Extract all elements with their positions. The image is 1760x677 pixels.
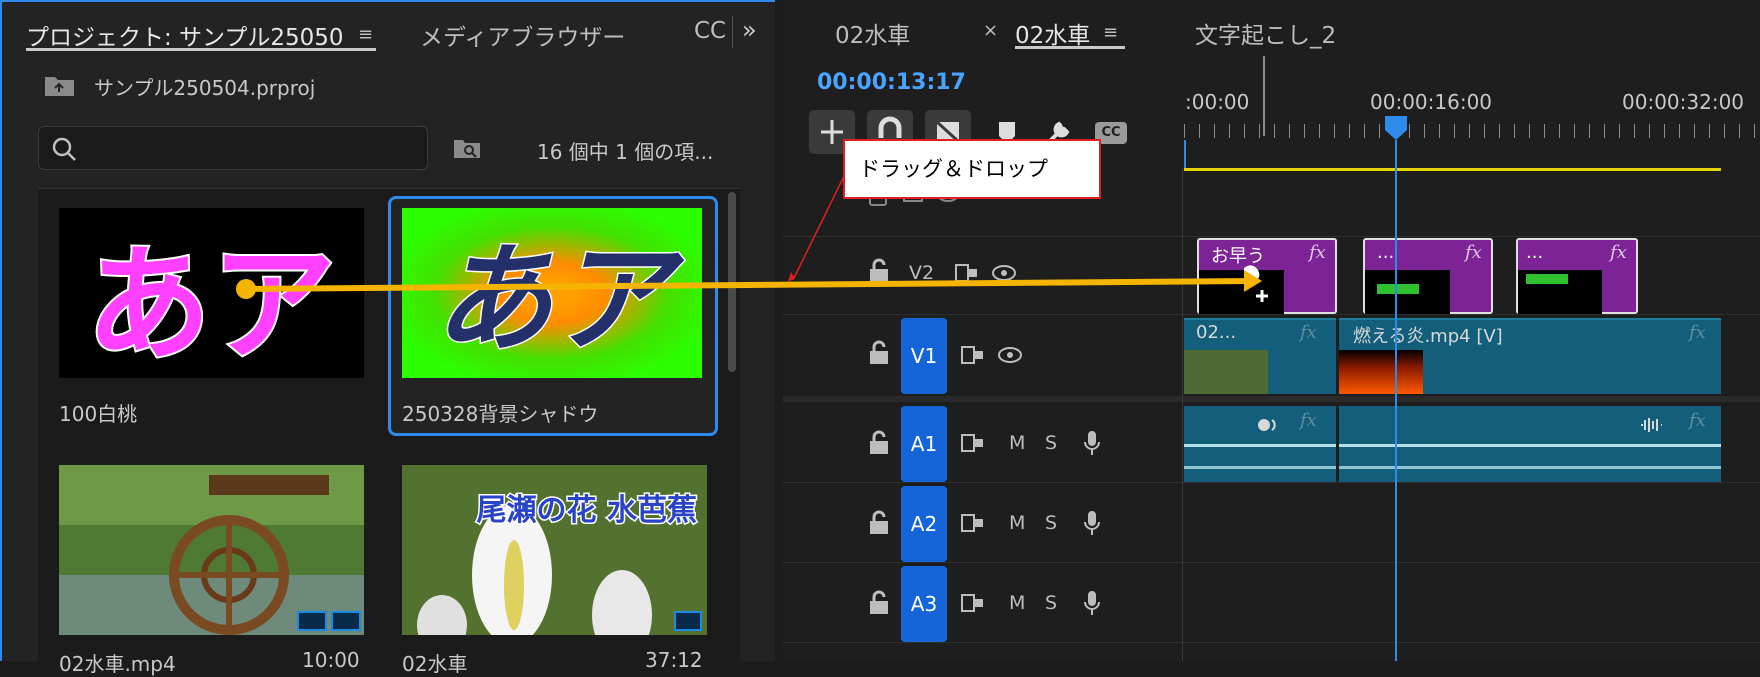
drag-drop-callout: ドラッグ＆ドロップ bbox=[843, 139, 1101, 199]
drag-start-dot bbox=[236, 279, 256, 299]
callout-leader-head bbox=[788, 272, 795, 282]
drag-annotation-overlay bbox=[236, 167, 1262, 299]
drag-arrow-head bbox=[1244, 270, 1262, 292]
drag-arrow-line bbox=[245, 278, 1255, 292]
callout-leader-line bbox=[792, 167, 849, 281]
